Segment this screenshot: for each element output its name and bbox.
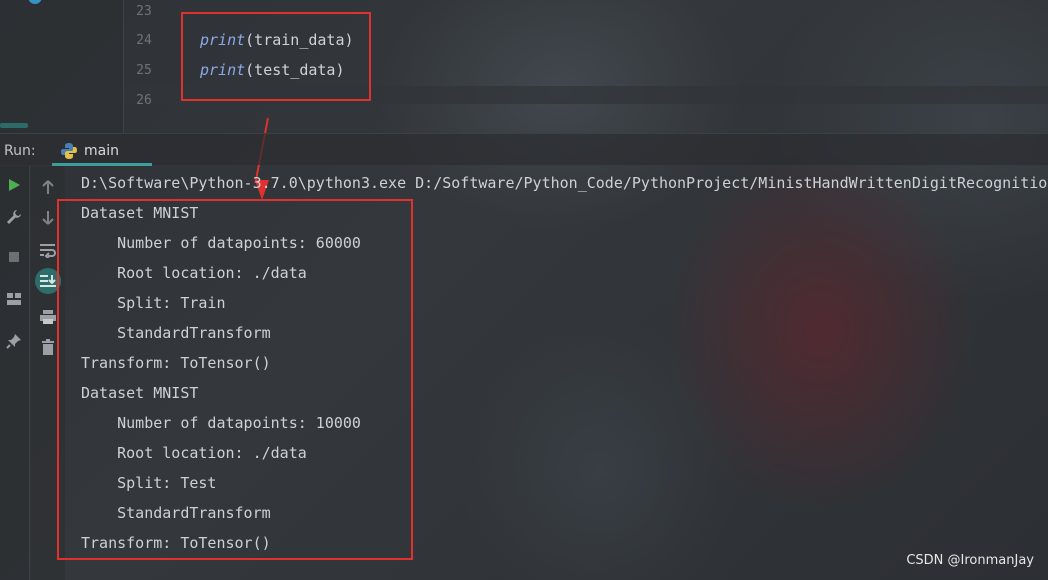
clear-all-button[interactable] — [37, 336, 59, 358]
layout-button[interactable] — [3, 288, 25, 310]
soft-wrap-button[interactable] — [37, 239, 59, 261]
python-icon — [60, 142, 78, 164]
output-highlight-box — [57, 199, 413, 560]
stop-button[interactable] — [3, 246, 25, 268]
printer-icon — [40, 310, 56, 324]
trash-icon — [42, 339, 54, 355]
code-editor[interactable]: 23 24 25 26 print(train_data) print(test… — [0, 0, 1048, 133]
stop-icon — [9, 252, 19, 262]
run-toolbar-primary — [0, 166, 30, 580]
modify-config-button[interactable] — [3, 206, 25, 228]
scroll-indicator — [28, 0, 42, 4]
run-label: Run: — [4, 143, 36, 159]
arrow-up-icon — [42, 180, 54, 194]
run-tool-window-header: Run: main — [0, 133, 1048, 166]
arrow-down-icon — [42, 211, 54, 225]
console-line-command: D:\Software\Python-3.7.0\python3.exe D:/… — [81, 174, 1048, 192]
rerun-button[interactable] — [3, 174, 25, 196]
code-highlight-box — [181, 12, 371, 101]
line-number: 26 — [136, 93, 152, 108]
project-panel-edge — [0, 0, 124, 133]
tab-main[interactable]: main — [52, 134, 152, 166]
line-number: 24 — [136, 33, 152, 48]
line-number: 23 — [136, 4, 152, 19]
line-number: 25 — [136, 63, 152, 78]
down-stack-button[interactable] — [37, 207, 59, 229]
pin-icon — [6, 334, 21, 349]
watermark: CSDN @IronmanJay — [906, 553, 1034, 568]
scroll-to-end-icon — [40, 275, 56, 287]
soft-wrap-icon — [40, 244, 56, 258]
horizontal-scrollbar-thumb[interactable] — [0, 123, 28, 128]
tab-main-label: main — [84, 143, 119, 159]
layout-icon — [7, 293, 21, 305]
print-button[interactable] — [37, 306, 59, 328]
pin-tab-button[interactable] — [3, 330, 25, 352]
wrench-icon — [7, 210, 21, 224]
up-stack-button[interactable] — [37, 176, 59, 198]
play-icon — [9, 179, 20, 191]
